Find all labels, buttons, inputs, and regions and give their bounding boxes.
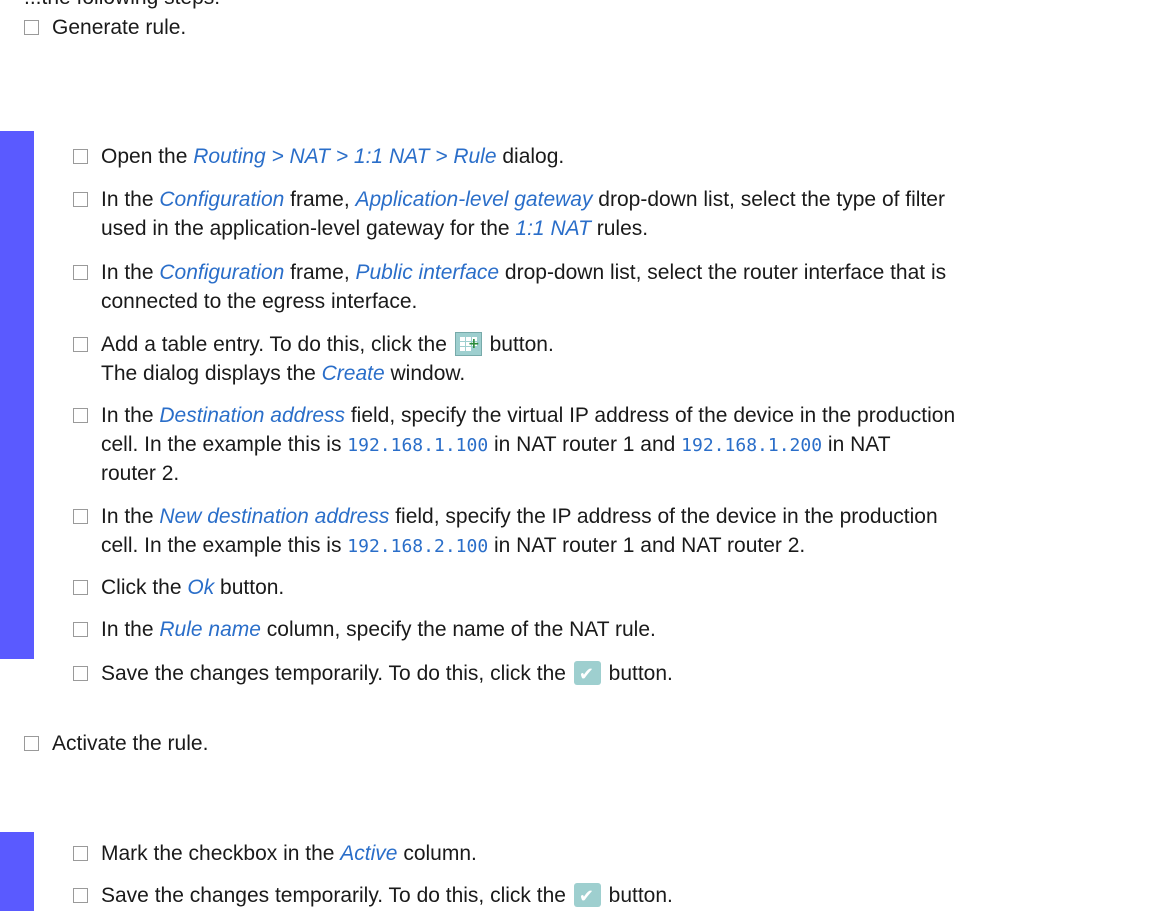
cut-off-line: ...the following steps: xyxy=(24,0,220,9)
text: in NAT xyxy=(822,433,891,456)
substep-add-entry: Add a table entry. To do this, click the… xyxy=(73,330,554,359)
substep-new-destination-cont: cell. In the example this is 192.168.2.1… xyxy=(101,532,805,561)
substep-destination-cont: cell. In the example this is 192.168.1.1… xyxy=(101,431,891,460)
ui-term: Create xyxy=(321,362,385,385)
checkbox[interactable] xyxy=(73,337,88,352)
ui-term: Active xyxy=(340,842,398,865)
substep-public-interface: In the Configuration frame, Public inter… xyxy=(73,259,946,287)
checkbox[interactable] xyxy=(73,265,88,280)
ip-address: 192.168.2.100 xyxy=(347,536,489,557)
text: The dialog displays the xyxy=(101,362,322,385)
text: connected to the egress interface. xyxy=(101,290,418,313)
substep-alg-cont: used in the application-level gateway fo… xyxy=(101,215,648,243)
substep-rule-name: In the Rule name column, specify the nam… xyxy=(73,616,656,644)
step-activate-rule: Activate the rule. xyxy=(24,730,208,758)
text: In the xyxy=(101,505,160,528)
text: window. xyxy=(384,362,466,385)
text: Save the changes temporarily. To do this… xyxy=(101,884,572,907)
text: button. xyxy=(214,576,285,599)
text: field, specify the virtual IP address of… xyxy=(345,404,956,427)
cut-off-text: ...the following steps: xyxy=(24,0,220,12)
substep-click-ok: Click the Ok button. xyxy=(73,574,284,602)
text: used in the application-level gateway fo… xyxy=(101,217,516,240)
text: Save the changes temporarily. To do this… xyxy=(101,662,572,685)
substep-destination-cont2: router 2. xyxy=(101,460,179,488)
ui-term: Configuration xyxy=(159,188,285,211)
checkbox[interactable] xyxy=(73,149,88,164)
step-label: Activate the rule. xyxy=(52,732,209,755)
menu-path: Routing > NAT > 1:1 NAT > Rule xyxy=(193,145,497,168)
text: column, specify the name of the NAT rule… xyxy=(260,618,656,641)
text: In the xyxy=(101,188,160,211)
text: Open the xyxy=(101,145,194,168)
text: field, specify the IP address of the dev… xyxy=(389,505,938,528)
substep-new-destination: In the New destination address field, sp… xyxy=(73,503,938,531)
step-label: Generate rule. xyxy=(52,16,187,39)
checkbox[interactable] xyxy=(73,622,88,637)
text: In the xyxy=(101,404,160,427)
substep-public-interface-cont: connected to the egress interface. xyxy=(101,288,417,316)
substep-destination: In the Destination address field, specif… xyxy=(73,402,955,430)
ip-address: 192.168.1.200 xyxy=(681,435,823,456)
checkbox[interactable] xyxy=(73,509,88,524)
checkbox[interactable] xyxy=(24,20,39,35)
text: dialog. xyxy=(496,145,565,168)
checkmark-icon[interactable] xyxy=(573,661,601,689)
ip-address: 192.168.1.100 xyxy=(347,435,489,456)
text: drop-down list, select the router interf… xyxy=(499,261,947,284)
text: frame, xyxy=(284,261,356,284)
ui-term: Public interface xyxy=(355,261,500,284)
text: Add a table entry. To do this, click the xyxy=(101,333,453,356)
ui-term: Application-level gateway xyxy=(355,188,593,211)
checkmark-icon[interactable] xyxy=(573,883,601,911)
substep-save-1: Save the changes temporarily. To do this… xyxy=(73,660,673,689)
ui-term: 1:1 NAT xyxy=(515,217,591,240)
text: Click the xyxy=(101,576,188,599)
substep-save-2: Save the changes temporarily. To do this… xyxy=(73,882,673,911)
text: cell. In the example this is xyxy=(101,534,348,557)
substep-mark-active: Mark the checkbox in the Active column. xyxy=(73,840,477,868)
text: router 2. xyxy=(101,462,180,485)
ui-term: Configuration xyxy=(159,261,285,284)
checkbox[interactable] xyxy=(24,736,39,751)
ui-term: Destination address xyxy=(159,404,345,427)
text: button. xyxy=(483,333,554,356)
text: rules. xyxy=(590,217,649,240)
table-add-icon[interactable] xyxy=(454,330,482,358)
text: cell. In the example this is xyxy=(101,433,348,456)
text: In the xyxy=(101,261,160,284)
ui-term: Rule name xyxy=(159,618,261,641)
text: button. xyxy=(602,884,673,907)
substep-open-dialog: Open the Routing > NAT > 1:1 NAT > Rule … xyxy=(73,143,564,171)
checkbox[interactable] xyxy=(73,192,88,207)
checkbox[interactable] xyxy=(73,888,88,903)
ui-term: New destination address xyxy=(159,505,390,528)
text: in NAT router 1 and xyxy=(488,433,682,456)
text: Mark the checkbox in the xyxy=(101,842,341,865)
text: drop-down list, select the type of filte… xyxy=(592,188,945,211)
checkbox[interactable] xyxy=(73,580,88,595)
checkbox[interactable] xyxy=(73,846,88,861)
substep-add-entry-cont: The dialog displays the Create window. xyxy=(101,360,465,388)
text: button. xyxy=(602,662,673,685)
accent-bar xyxy=(0,131,34,659)
text: frame, xyxy=(284,188,356,211)
checkbox[interactable] xyxy=(73,408,88,423)
accent-bar xyxy=(0,832,34,911)
step-generate-rule: Generate rule. xyxy=(24,14,186,42)
substep-alg: In the Configuration frame, Application-… xyxy=(73,186,945,214)
ui-term: Ok xyxy=(187,576,215,599)
text: in NAT router 1 and NAT router 2. xyxy=(488,534,806,557)
checkbox[interactable] xyxy=(73,666,88,681)
text: column. xyxy=(397,842,477,865)
text: In the xyxy=(101,618,160,641)
